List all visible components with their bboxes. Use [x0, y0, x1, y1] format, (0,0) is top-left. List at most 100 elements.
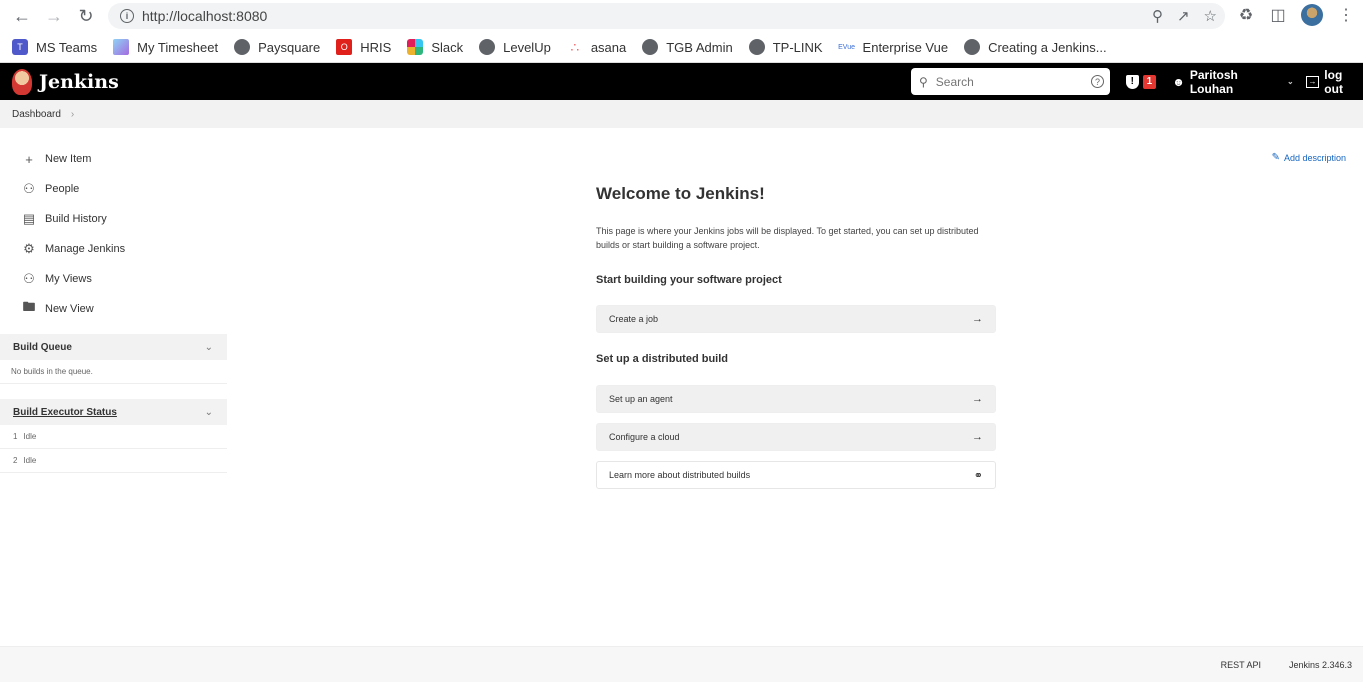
bookmark-levelup[interactable]: LevelUp — [479, 39, 551, 55]
sidebar-item-label: People — [45, 183, 80, 195]
build-queue-header[interactable]: Build Queue ⌄ — [0, 334, 227, 360]
chevron-down-icon[interactable]: ⌄ — [1287, 77, 1294, 86]
plus-icon: + — [25, 151, 33, 167]
sidebar-item-build-history[interactable]: ▤ Build History — [0, 204, 227, 234]
share-icon[interactable]: ↗ — [1177, 7, 1190, 25]
add-description-label: Add description — [1283, 152, 1346, 163]
sidebar-item-manage-jenkins[interactable]: ⚙ Manage Jenkins — [0, 234, 227, 264]
user-icon: ☻ — [1172, 74, 1185, 89]
bookmark-tgb-admin[interactable]: TGB Admin — [642, 39, 733, 55]
search-icon: ⚲ — [919, 74, 928, 89]
jenkins-home-link[interactable]: Jenkins — [12, 68, 119, 95]
globe-icon — [234, 39, 251, 55]
create-job-button[interactable]: Create a job → — [596, 305, 996, 333]
user-menu[interactable]: ☻ Paritosh Louhan ⌄ — [1172, 68, 1293, 96]
executor-row: 1 Idle — [0, 425, 227, 449]
security-shield-icon[interactable]: ! — [1126, 74, 1139, 89]
sidebar-item-new-item[interactable]: + New Item — [0, 144, 227, 174]
sidebar-item-label: Manage Jenkins — [45, 243, 126, 255]
zoom-out-icon[interactable]: ⚲ — [1152, 7, 1163, 25]
setup-agent-label: Set up an agent — [609, 394, 673, 404]
bookmark-label: HRIS — [360, 39, 392, 55]
security-badge[interactable]: 1 — [1142, 74, 1157, 89]
logout-link[interactable]: → log out — [1305, 67, 1363, 96]
forward-button[interactable]: → — [38, 0, 70, 32]
arrow-right-icon: → — [972, 393, 983, 405]
teams-icon: T — [12, 39, 28, 55]
arrow-left-icon: ← — [13, 5, 31, 26]
section-distributed-build: Set up a distributed build — [596, 353, 728, 365]
globe-icon — [479, 39, 496, 55]
chevron-down-icon[interactable]: ⌄ — [205, 407, 213, 418]
rest-api-link[interactable]: REST API — [1221, 660, 1261, 670]
gear-icon: ⚙ — [23, 241, 35, 256]
learn-distributed-builds-link[interactable]: Learn more about distributed builds ⚭ — [596, 461, 996, 489]
configure-cloud-label: Configure a cloud — [609, 432, 680, 442]
jenkins-version-link[interactable]: Jenkins 2.346.3 — [1289, 660, 1352, 670]
sidebar-item-label: New View — [45, 303, 94, 315]
link-icon: ⚭ — [973, 469, 983, 482]
asana-icon: ∴ — [570, 38, 580, 55]
welcome-section: Welcome to Jenkins! This page is where y… — [596, 184, 996, 489]
executor-number: 2 — [13, 456, 18, 465]
user-name[interactable]: Paritosh Louhan — [1190, 68, 1281, 96]
chevron-right-icon[interactable]: › — [71, 109, 74, 120]
sidebar-item-new-view[interactable]: 🖿 New View — [0, 294, 227, 324]
more-menu-icon[interactable]: ⋮ — [1337, 6, 1355, 24]
breadcrumb-dashboard[interactable]: Dashboard — [12, 109, 61, 120]
help-icon[interactable]: ? — [1091, 75, 1104, 88]
setup-agent-button[interactable]: Set up an agent → — [596, 385, 996, 413]
executor-status-header[interactable]: Build Executor Status ⌄ — [0, 399, 227, 425]
app-title: Jenkins — [39, 70, 119, 93]
build-history-icon: ▤ — [22, 211, 36, 226]
bookmark-label: TGB Admin — [666, 39, 733, 55]
arrow-right-icon: → — [972, 313, 983, 325]
bookmark-tp-link[interactable]: TP-LINK — [748, 39, 823, 55]
timesheet-icon — [113, 39, 130, 55]
page-title: Welcome to Jenkins! — [596, 184, 765, 203]
browser-toolbar: ← → ↻ i http://localhost:8080 ⚲ ↗ ☆ ♻ ◫ … — [0, 0, 1363, 32]
bookmark-slack[interactable]: Slack — [407, 39, 463, 55]
bookmark-label: Paysquare — [258, 39, 321, 55]
jenkins-logo-icon — [12, 68, 32, 95]
bookmark-label: LevelUp — [503, 39, 551, 55]
add-description-link[interactable]: ✎ Add description — [1272, 152, 1346, 163]
globe-icon — [642, 39, 659, 55]
sidebar-item-my-views[interactable]: ⚇ My Views — [0, 264, 227, 294]
breadcrumb: Dashboard › — [0, 100, 1363, 128]
search-input[interactable] — [935, 74, 1076, 89]
site-info-icon[interactable]: i — [120, 9, 134, 23]
executor-status-title[interactable]: Build Executor Status — [13, 407, 117, 418]
address-bar[interactable]: i http://localhost:8080 ⚲ ↗ ☆ — [108, 3, 1225, 29]
sidebar-item-label: Build History — [45, 213, 107, 225]
chevron-down-icon[interactable]: ⌄ — [205, 342, 213, 353]
bookmark-label: Slack — [431, 39, 464, 55]
reload-icon: ↻ — [78, 5, 94, 26]
sidebar-item-people[interactable]: ⚇ People — [0, 174, 227, 204]
bookmark-paysquare[interactable]: Paysquare — [234, 39, 320, 55]
create-job-label: Create a job — [609, 314, 659, 324]
bookmark-hris[interactable]: O HRIS — [336, 39, 391, 55]
logout-label: log out — [1324, 67, 1343, 96]
bookmark-label: Creating a Jenkins... — [988, 39, 1107, 55]
extensions-icon[interactable]: ♻ — [1237, 6, 1255, 24]
oracle-icon: O — [336, 39, 353, 55]
bookmark-label: My Timesheet — [137, 39, 219, 55]
url-text[interactable]: http://localhost:8080 — [142, 8, 267, 24]
side-panel-icon[interactable]: ◫ — [1269, 6, 1287, 24]
executor-row: 2 Idle — [0, 449, 227, 473]
back-button[interactable]: ← — [6, 0, 38, 32]
reload-button[interactable]: ↻ — [70, 0, 102, 32]
profile-avatar[interactable] — [1301, 4, 1323, 26]
sidebar-item-label: New Item — [45, 153, 92, 165]
bookmark-enterprise-vue[interactable]: EVue Enterprise Vue — [838, 39, 949, 55]
bookmark-star-icon[interactable]: ☆ — [1204, 7, 1217, 25]
bookmark-my-timesheet[interactable]: My Timesheet — [113, 39, 218, 55]
configure-cloud-button[interactable]: Configure a cloud → — [596, 423, 996, 451]
executor-status: Idle — [23, 456, 37, 465]
bookmark-ms-teams[interactable]: T MS Teams — [12, 39, 97, 55]
globe-icon — [748, 39, 765, 55]
bookmark-asana[interactable]: ∴ asana — [567, 39, 626, 55]
bookmark-label: Enterprise Vue — [862, 39, 949, 55]
bookmark-creating-jenkins[interactable]: Creating a Jenkins... — [964, 39, 1107, 55]
